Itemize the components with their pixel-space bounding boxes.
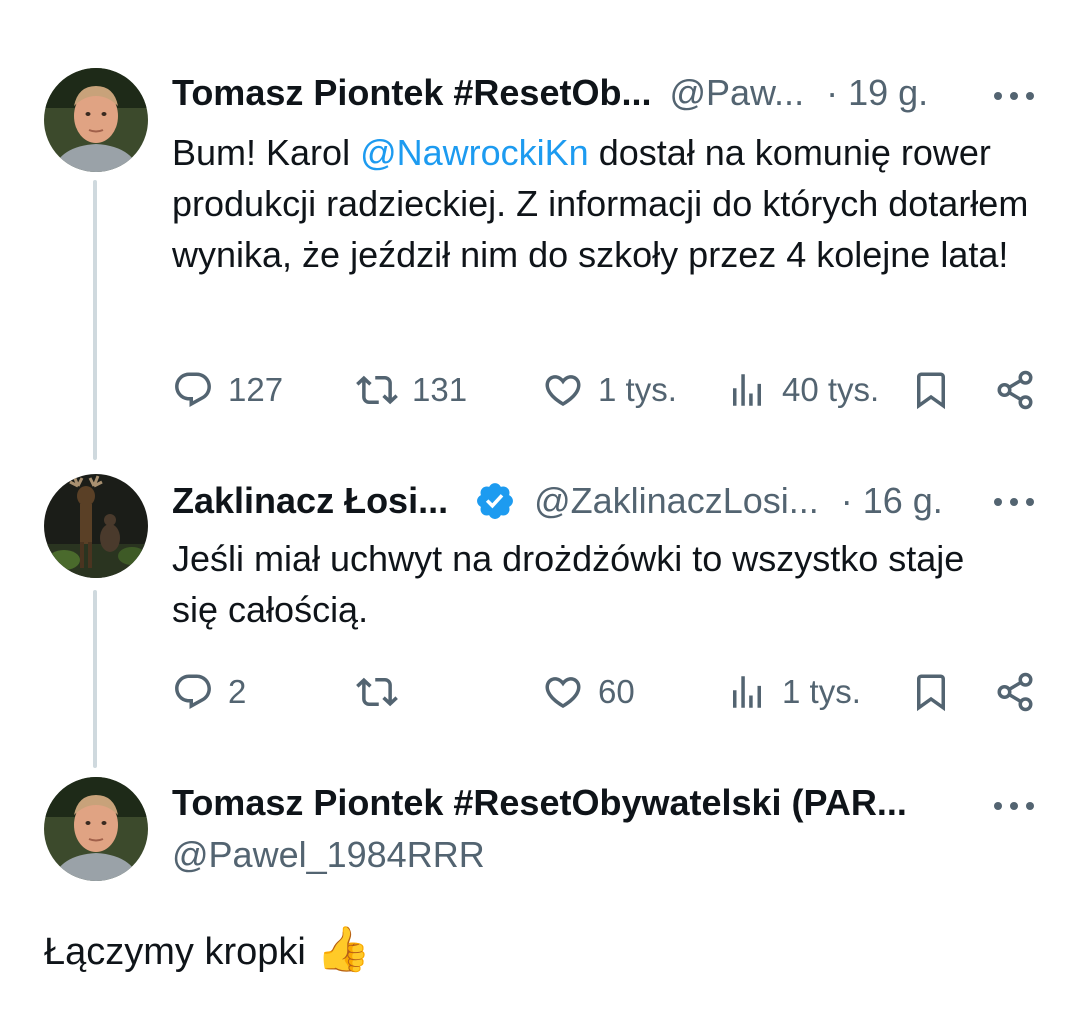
- tweet-time[interactable]: · 16 g.: [841, 480, 943, 522]
- bookmark-icon: [917, 674, 945, 712]
- more-icon[interactable]: [994, 796, 1034, 816]
- like-count: 1 tys.: [598, 371, 677, 408]
- reply-count: 127: [228, 371, 284, 408]
- like-icon: [545, 375, 581, 407]
- tweet-actions: 127 131 1 tys. 40 tys.: [172, 368, 1038, 412]
- views-count: 1 tys.: [782, 673, 861, 710]
- author-name[interactable]: Zaklinacz Łosi...: [172, 480, 448, 522]
- share-button[interactable]: [994, 670, 1036, 714]
- like-icon: [545, 677, 581, 709]
- views-count: 40 tys.: [782, 371, 880, 408]
- like-button[interactable]: 1 tys.: [542, 368, 677, 412]
- share-icon: [997, 370, 1033, 410]
- bookmark-icon: [917, 372, 945, 410]
- tweet-time[interactable]: · 19 g.: [826, 72, 928, 114]
- author-handle[interactable]: @ZaklinaczLosi...: [534, 480, 819, 522]
- tweet-header: Tomasz Piontek #ResetOb... @Paw... · 19 …: [172, 72, 928, 114]
- author-handle[interactable]: @Paw...: [669, 72, 804, 114]
- repost-button[interactable]: 131: [356, 368, 467, 412]
- post-text: Łączymy kropki 👍: [44, 925, 372, 974]
- author-name[interactable]: Tomasz Piontek #ResetOb...: [172, 72, 651, 114]
- views-button[interactable]: 40 tys.: [726, 368, 879, 412]
- views-icon: [733, 374, 761, 406]
- reply-count: 2: [228, 673, 247, 710]
- repost-icon: [356, 375, 398, 405]
- reply-icon: [175, 372, 211, 407]
- bookmark-button[interactable]: [910, 368, 952, 412]
- avatar[interactable]: [44, 777, 148, 881]
- tweet-header: Zaklinacz Łosi... @ZaklinaczLosi... · 16…: [172, 480, 943, 522]
- author-handle[interactable]: @Pawel_1984RRR: [172, 834, 485, 876]
- more-icon[interactable]: [994, 86, 1034, 106]
- views-button[interactable]: 1 tys.: [726, 670, 861, 714]
- tweet-text: Jeśli miał uchwyt na drożdżówki to wszys…: [172, 538, 965, 630]
- reply-icon: [175, 674, 211, 709]
- repost-icon: [356, 677, 398, 707]
- verified-icon: [474, 480, 516, 522]
- reply-button[interactable]: 127: [172, 368, 283, 412]
- like-button[interactable]: 60: [542, 670, 635, 714]
- share-icon: [997, 672, 1033, 712]
- like-count: 60: [598, 673, 635, 710]
- repost-button[interactable]: [356, 670, 412, 714]
- tweet-actions: 2 60 1 tys.: [172, 670, 1038, 714]
- post-handle-row: @Pawel_1984RRR: [172, 834, 485, 876]
- tweet-text: Bum! Karol @NawrockiKn dostał na komunię…: [172, 132, 1029, 275]
- share-button[interactable]: [994, 368, 1036, 412]
- avatar[interactable]: [44, 474, 148, 578]
- bookmark-button[interactable]: [910, 670, 952, 714]
- thread-line: [93, 590, 97, 768]
- more-icon[interactable]: [994, 492, 1034, 512]
- post-header: Tomasz Piontek #ResetObywatelski (PAR...: [172, 782, 907, 824]
- thumbs-up-icon: 👍: [316, 925, 372, 974]
- views-icon: [733, 676, 761, 708]
- repost-count: 131: [412, 371, 468, 408]
- thread-line: [93, 180, 97, 460]
- reply-button[interactable]: 2: [172, 670, 246, 714]
- author-name[interactable]: Tomasz Piontek #ResetObywatelski (PAR...: [172, 782, 907, 824]
- avatar[interactable]: [44, 68, 148, 172]
- mention-link[interactable]: @NawrockiKn: [360, 132, 589, 173]
